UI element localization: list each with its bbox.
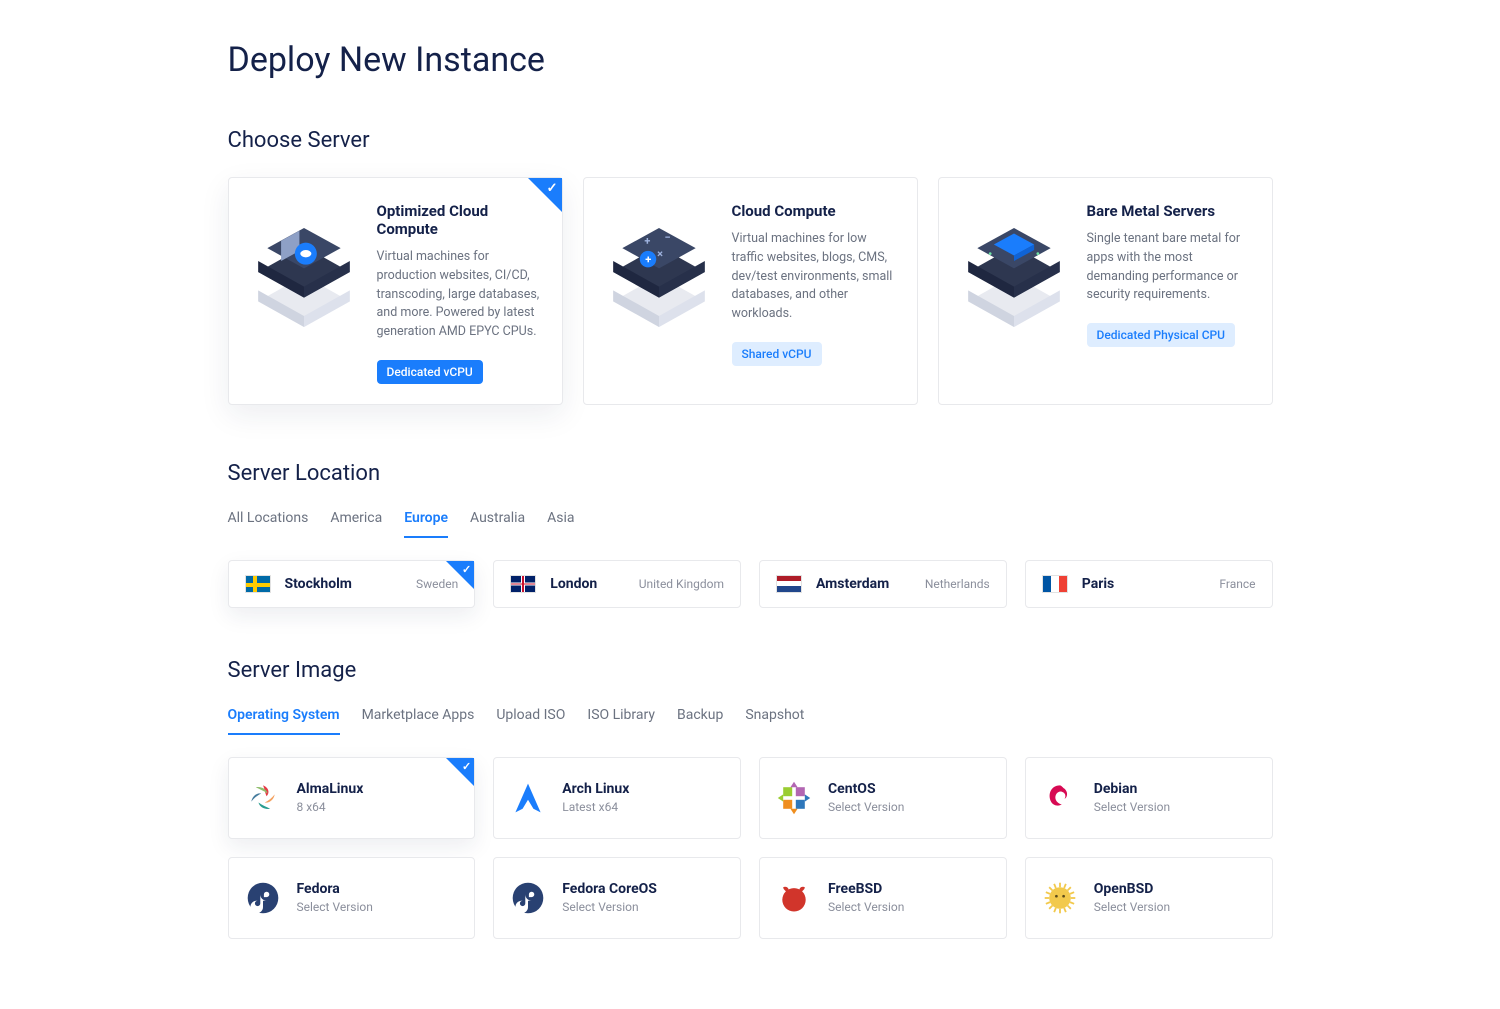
server-type-title: Cloud Compute (732, 202, 897, 220)
flag-icon (1042, 575, 1068, 593)
os-version: Select Version (562, 900, 657, 914)
location-city: Amsterdam (816, 576, 889, 592)
fedora-icon (510, 880, 546, 916)
image-tab[interactable]: Marketplace Apps (362, 707, 475, 735)
section-server-location: Server Location (228, 461, 1273, 486)
location-card[interactable]: Stockholm Sweden (228, 560, 476, 608)
image-tab[interactable]: Backup (677, 707, 723, 735)
os-card[interactable]: Arch Linux Latest x64 (493, 757, 741, 839)
location-country: United Kingdom (639, 577, 724, 591)
image-tab[interactable]: Upload ISO (496, 707, 565, 735)
image-tab[interactable]: ISO Library (587, 707, 655, 735)
os-version: Select Version (828, 800, 904, 814)
server-type-card[interactable]: + − × + Cloud Compute Virtual machines f… (583, 177, 918, 405)
arch-icon (510, 780, 546, 816)
location-card[interactable]: Paris France (1025, 560, 1273, 608)
flag-icon (245, 575, 271, 593)
server-type-card[interactable]: Optimized Cloud Compute Virtual machines… (228, 177, 563, 405)
location-city: Stockholm (285, 576, 352, 592)
server-type-title: Bare Metal Servers (1087, 202, 1252, 220)
server-type-title: Optimized Cloud Compute (377, 202, 542, 238)
location-country: Netherlands (925, 577, 990, 591)
flag-icon (510, 575, 536, 593)
os-version: Select Version (297, 900, 373, 914)
os-version: Select Version (1094, 900, 1170, 914)
openbsd-icon (1042, 880, 1078, 916)
page-title: Deploy New Instance (228, 40, 1273, 80)
location-card[interactable]: Amsterdam Netherlands (759, 560, 1007, 608)
location-tab[interactable]: Europe (404, 510, 448, 538)
server-type-desc: Virtual machines for production websites… (377, 248, 542, 342)
location-card[interactable]: London United Kingdom (493, 560, 741, 608)
os-version: Latest x64 (562, 800, 629, 814)
os-card[interactable]: CentOS Select Version (759, 757, 1007, 839)
debian-icon (1042, 780, 1078, 816)
os-version: Select Version (1094, 800, 1170, 814)
location-tab[interactable]: All Locations (228, 510, 309, 538)
location-country: France (1219, 577, 1255, 591)
os-name: Fedora CoreOS (562, 881, 657, 897)
os-version: Select Version (828, 900, 904, 914)
svg-text:×: × (657, 247, 663, 260)
fedora-icon (245, 880, 281, 916)
section-choose-server: Choose Server (228, 128, 1273, 153)
image-tab[interactable]: Operating System (228, 707, 340, 735)
os-name: CentOS (828, 781, 904, 797)
server-type-badge: Shared vCPU (732, 342, 822, 366)
os-version: 8 x64 (297, 800, 364, 814)
server-type-badge: Dedicated vCPU (377, 360, 483, 384)
section-server-image: Server Image (228, 658, 1273, 683)
server-illustration-icon (959, 202, 1069, 342)
os-card[interactable]: Debian Select Version (1025, 757, 1273, 839)
selected-corner-icon (528, 178, 562, 212)
location-tab[interactable]: Australia (470, 510, 525, 538)
server-illustration-icon: + − × + (604, 202, 714, 342)
os-name: Arch Linux (562, 781, 629, 797)
location-tab[interactable]: America (330, 510, 382, 538)
os-name: Fedora (297, 881, 373, 897)
os-name: AlmaLinux (297, 781, 364, 797)
server-type-desc: Virtual machines for low traffic website… (732, 230, 897, 324)
server-illustration-icon (249, 202, 359, 342)
server-type-card[interactable]: Bare Metal Servers Single tenant bare me… (938, 177, 1273, 405)
server-type-badge: Dedicated Physical CPU (1087, 323, 1236, 347)
svg-text:+: + (645, 253, 651, 266)
server-type-desc: Single tenant bare metal for apps with t… (1087, 230, 1252, 305)
location-city: London (550, 576, 597, 592)
os-card[interactable]: OpenBSD Select Version (1025, 857, 1273, 939)
almalinux-icon (245, 780, 281, 816)
os-card[interactable]: Fedora CoreOS Select Version (493, 857, 741, 939)
os-card[interactable]: FreeBSD Select Version (759, 857, 1007, 939)
os-name: FreeBSD (828, 881, 904, 897)
svg-text:+: + (644, 235, 650, 248)
image-tab[interactable]: Snapshot (745, 707, 804, 735)
os-card[interactable]: Fedora Select Version (228, 857, 476, 939)
freebsd-icon (776, 880, 812, 916)
flag-icon (776, 575, 802, 593)
os-name: OpenBSD (1094, 881, 1170, 897)
os-card[interactable]: AlmaLinux 8 x64 (228, 757, 476, 839)
svg-text:−: − (664, 231, 670, 244)
location-tab[interactable]: Asia (547, 510, 574, 538)
centos-icon (776, 780, 812, 816)
selected-corner-icon (446, 561, 474, 589)
os-name: Debian (1094, 781, 1170, 797)
location-city: Paris (1082, 576, 1114, 592)
selected-corner-icon (446, 758, 474, 786)
